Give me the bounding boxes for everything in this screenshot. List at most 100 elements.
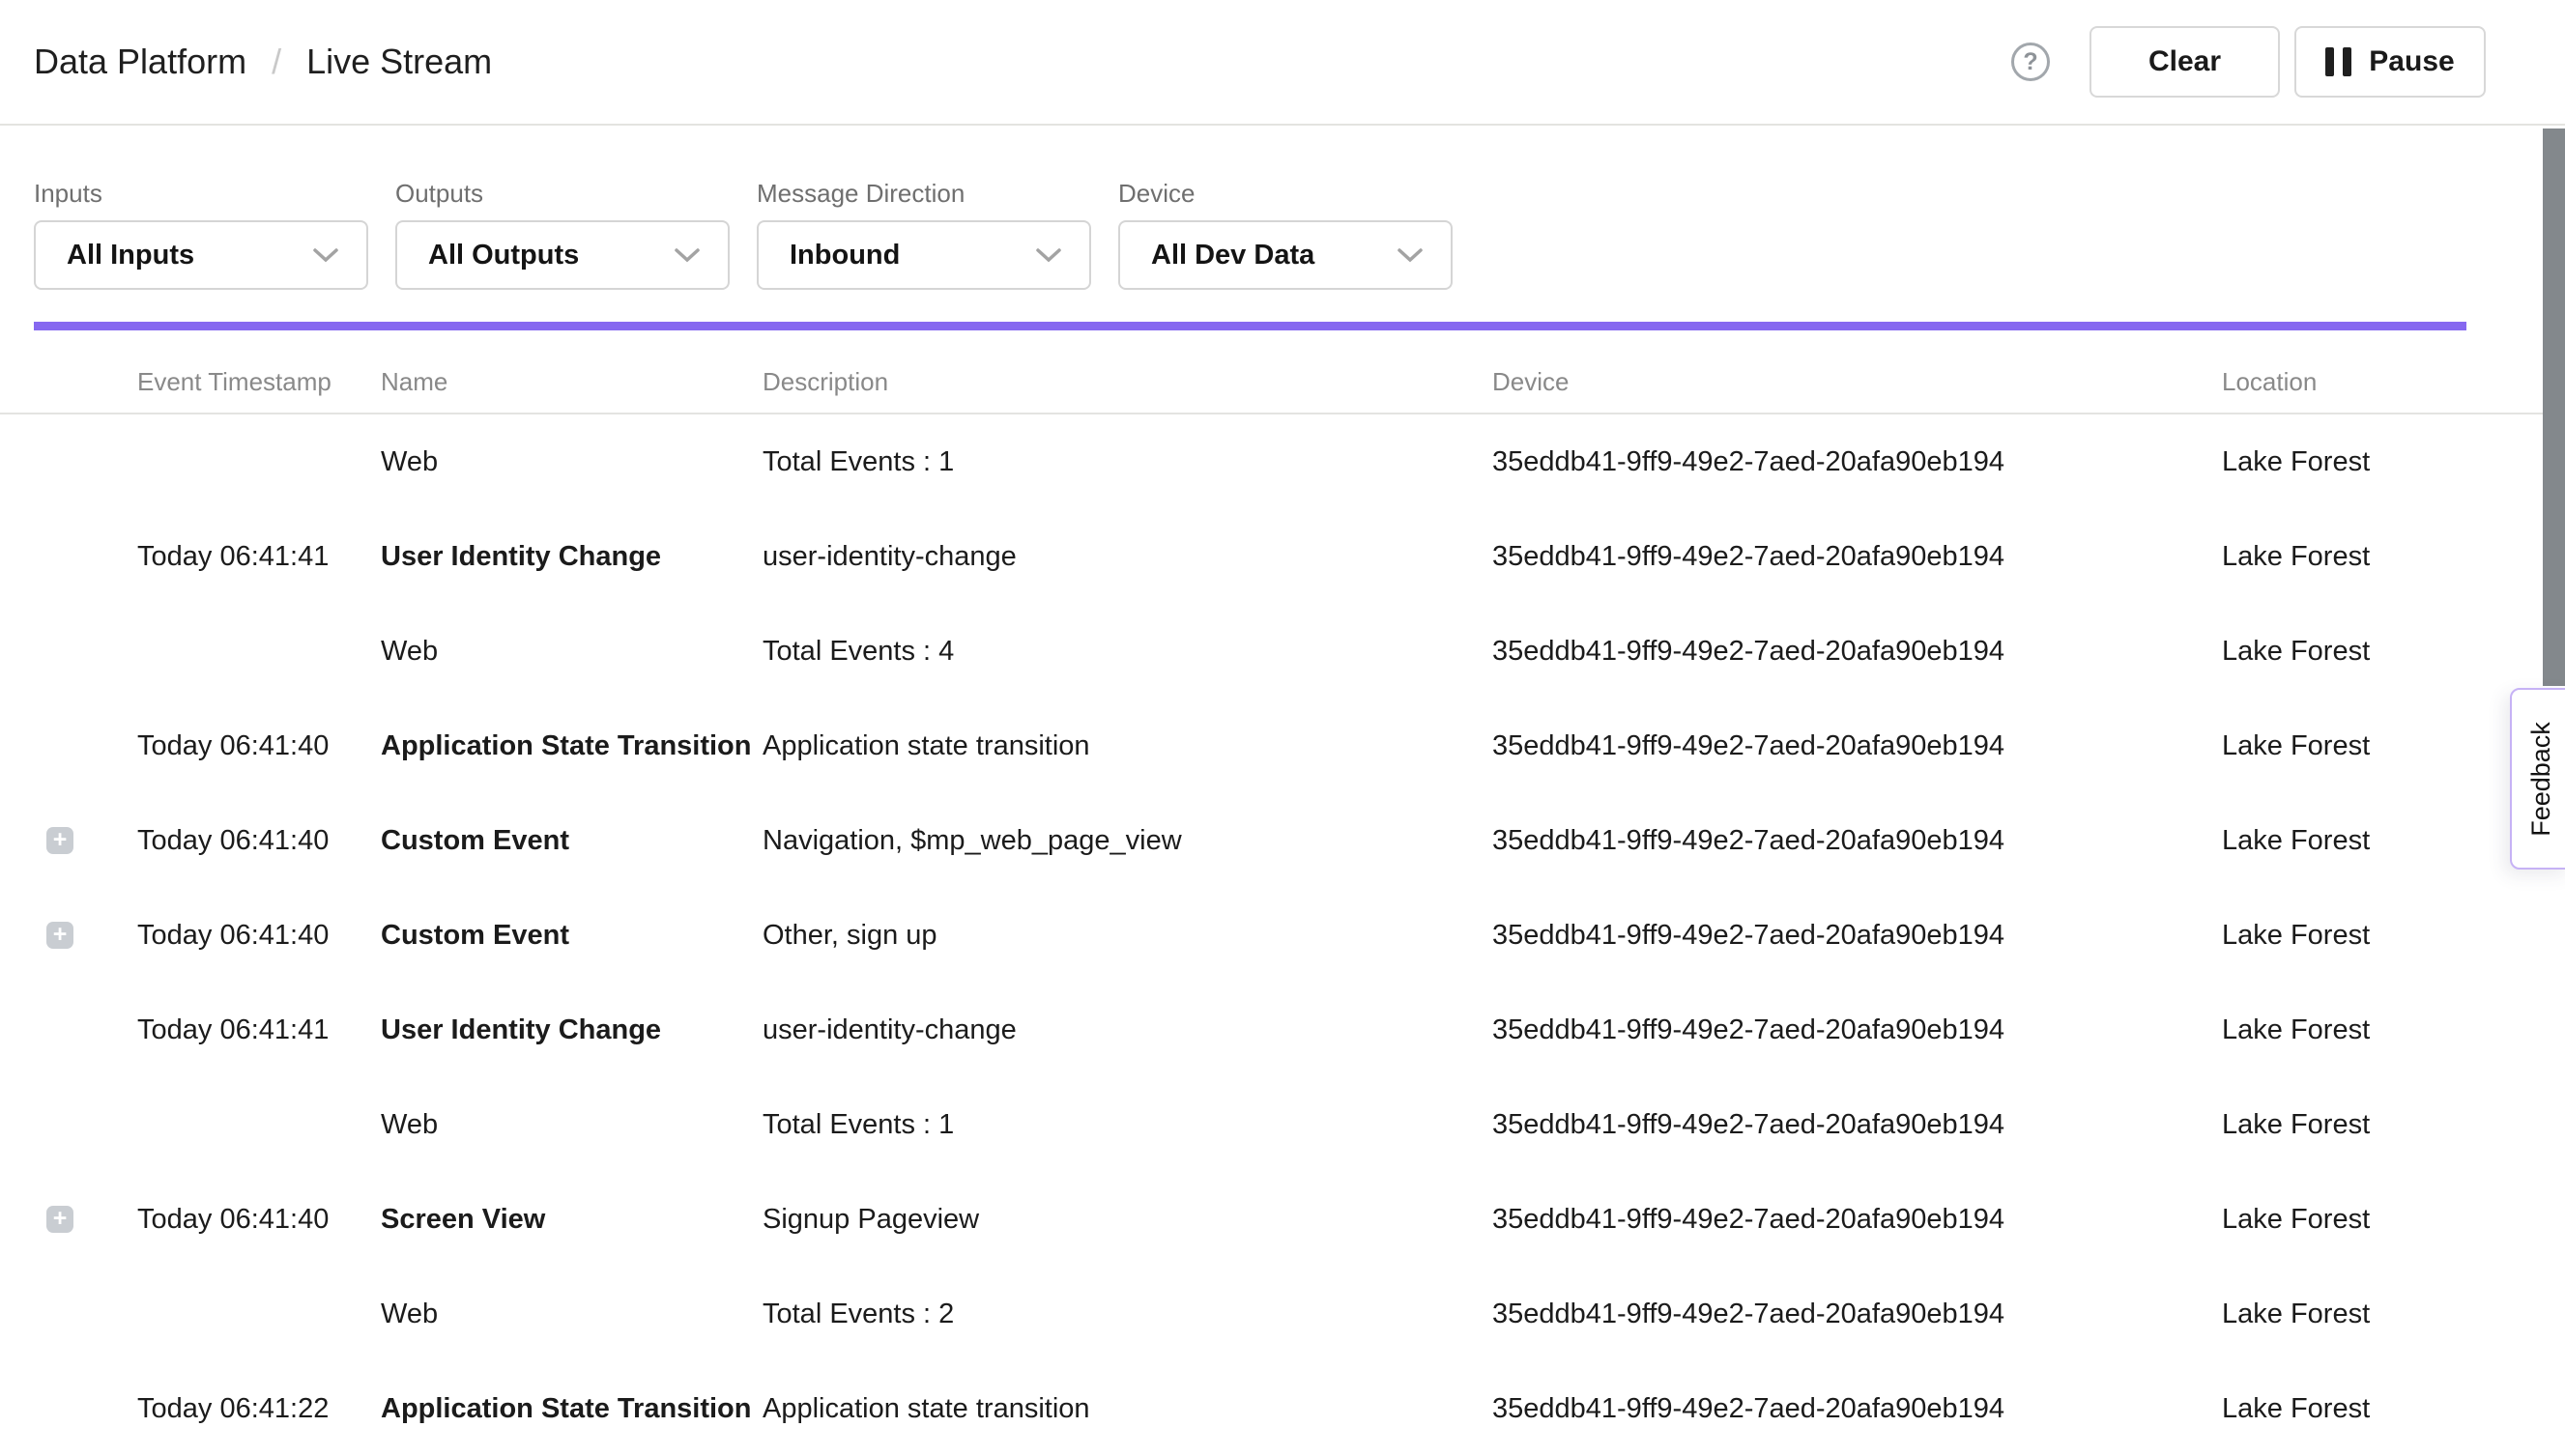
- event-name: Web: [381, 636, 763, 668]
- expand-cell: +: [34, 922, 137, 949]
- table-row[interactable]: + Today 06:41:22 Application State Trans…: [0, 1361, 2565, 1456]
- table-row[interactable]: + Web Total Events : 1 35eddb41-9ff9-49e…: [0, 1077, 2565, 1172]
- event-device: 35eddb41-9ff9-49e2-7aed-20afa90eb194: [1492, 1204, 2222, 1236]
- event-location: Lake Forest: [2222, 730, 2497, 762]
- event-device: 35eddb41-9ff9-49e2-7aed-20afa90eb194: [1492, 1393, 2222, 1425]
- event-device: 35eddb41-9ff9-49e2-7aed-20afa90eb194: [1492, 920, 2222, 952]
- message-direction-label: Message Direction: [757, 179, 1091, 209]
- device-select[interactable]: All Dev Data: [1118, 220, 1453, 290]
- table-row[interactable]: + Web Total Events : 2 35eddb41-9ff9-49e…: [0, 1267, 2565, 1361]
- device-value: All Dev Data: [1151, 240, 1314, 271]
- event-location: Lake Forest: [2222, 920, 2497, 952]
- filter-device: Device All Dev Data: [1118, 179, 1453, 290]
- table-row[interactable]: + Today 06:41:40 Custom Event Other, sig…: [0, 888, 2565, 983]
- event-location: Lake Forest: [2222, 825, 2497, 857]
- event-device: 35eddb41-9ff9-49e2-7aed-20afa90eb194: [1492, 825, 2222, 857]
- event-description: Other, sign up: [763, 920, 1492, 952]
- inputs-value: All Inputs: [67, 240, 194, 271]
- clear-button-label: Clear: [2148, 45, 2221, 78]
- filter-inputs: Inputs All Inputs: [34, 179, 368, 290]
- event-description: Navigation, $mp_web_page_view: [763, 825, 1492, 857]
- inputs-select[interactable]: All Inputs: [34, 220, 368, 290]
- event-description: user-identity-change: [763, 541, 1492, 573]
- pause-icon: [2325, 47, 2351, 76]
- event-description: Signup Pageview: [763, 1204, 1492, 1236]
- filter-message-direction: Message Direction Inbound: [757, 179, 1091, 290]
- event-list: + Web Total Events : 1 35eddb41-9ff9-49e…: [0, 414, 2565, 1456]
- header-event-timestamp: Event Timestamp: [137, 346, 381, 397]
- table-row[interactable]: + Today 06:41:40 Application State Trans…: [0, 699, 2565, 793]
- event-description: Application state transition: [763, 1393, 1492, 1425]
- event-timestamp: Today 06:41:22: [137, 1393, 381, 1425]
- outputs-label: Outputs: [395, 179, 730, 209]
- event-device: 35eddb41-9ff9-49e2-7aed-20afa90eb194: [1492, 446, 2222, 478]
- table-row[interactable]: + Today 06:41:40 Custom Event Navigation…: [0, 793, 2565, 888]
- event-location: Lake Forest: [2222, 446, 2497, 478]
- top-bar: Data Platform / Live Stream ? Clear Paus…: [0, 0, 2565, 126]
- event-timestamp: Today 06:41:41: [137, 1014, 381, 1046]
- event-location: Lake Forest: [2222, 636, 2497, 668]
- event-description: Total Events : 1: [763, 1109, 1492, 1141]
- breadcrumb: Data Platform / Live Stream: [34, 0, 492, 124]
- header-location: Location: [2222, 346, 2497, 397]
- event-device: 35eddb41-9ff9-49e2-7aed-20afa90eb194: [1492, 730, 2222, 762]
- plus-icon[interactable]: +: [46, 1206, 73, 1233]
- event-device: 35eddb41-9ff9-49e2-7aed-20afa90eb194: [1492, 1299, 2222, 1330]
- plus-icon[interactable]: +: [46, 827, 73, 854]
- event-name: Web: [381, 446, 763, 478]
- expand-cell: +: [34, 1206, 137, 1233]
- event-device: 35eddb41-9ff9-49e2-7aed-20afa90eb194: [1492, 636, 2222, 668]
- chevron-down-icon: [1035, 247, 1062, 264]
- help-icon[interactable]: ?: [2011, 43, 2050, 81]
- top-actions: ? Clear Pause: [2011, 0, 2486, 124]
- event-location: Lake Forest: [2222, 1109, 2497, 1141]
- outputs-value: All Outputs: [428, 240, 579, 271]
- event-description: user-identity-change: [763, 1014, 1492, 1046]
- feedback-tab[interactable]: Feedback: [2510, 688, 2565, 870]
- event-name: User Identity Change: [381, 541, 763, 573]
- plus-icon[interactable]: +: [46, 922, 73, 949]
- event-name: Web: [381, 1109, 763, 1141]
- filter-bar: Inputs All Inputs Outputs All Outputs Me…: [0, 179, 2565, 290]
- table-row[interactable]: + Today 06:41:41 User Identity Change us…: [0, 509, 2565, 604]
- inputs-label: Inputs: [34, 179, 368, 209]
- event-location: Lake Forest: [2222, 1014, 2497, 1046]
- table-row[interactable]: + Web Total Events : 4 35eddb41-9ff9-49e…: [0, 604, 2565, 699]
- header-name: Name: [381, 346, 763, 397]
- event-device: 35eddb41-9ff9-49e2-7aed-20afa90eb194: [1492, 541, 2222, 573]
- event-timestamp: Today 06:41:40: [137, 730, 381, 762]
- chevron-down-icon: [674, 247, 701, 264]
- event-location: Lake Forest: [2222, 1299, 2497, 1330]
- event-location: Lake Forest: [2222, 541, 2497, 573]
- event-name: Custom Event: [381, 920, 763, 952]
- breadcrumb-live-stream: Live Stream: [306, 42, 492, 82]
- event-description: Total Events : 1: [763, 446, 1492, 478]
- table-row[interactable]: + Today 06:41:41 User Identity Change us…: [0, 983, 2565, 1077]
- event-name: User Identity Change: [381, 1014, 763, 1046]
- expand-cell: +: [34, 827, 137, 854]
- event-timestamp: Today 06:41:40: [137, 1204, 381, 1236]
- header-expand-spacer: [34, 361, 137, 383]
- breadcrumb-separator: /: [272, 42, 281, 82]
- event-name: Custom Event: [381, 825, 763, 857]
- table-header: Event Timestamp Name Description Device …: [0, 330, 2565, 414]
- message-direction-select[interactable]: Inbound: [757, 220, 1091, 290]
- clear-button[interactable]: Clear: [2089, 26, 2280, 98]
- message-direction-value: Inbound: [790, 240, 900, 271]
- table-row[interactable]: + Web Total Events : 1 35eddb41-9ff9-49e…: [0, 414, 2565, 509]
- outputs-select[interactable]: All Outputs: [395, 220, 730, 290]
- scrollbar-thumb[interactable]: [2543, 128, 2565, 686]
- event-name: Screen View: [381, 1204, 763, 1236]
- event-device: 35eddb41-9ff9-49e2-7aed-20afa90eb194: [1492, 1109, 2222, 1141]
- chevron-down-icon: [1397, 247, 1424, 264]
- pause-button[interactable]: Pause: [2294, 26, 2486, 98]
- event-location: Lake Forest: [2222, 1393, 2497, 1425]
- event-description: Total Events : 2: [763, 1299, 1492, 1330]
- event-name: Application State Transition: [381, 1393, 763, 1425]
- table-row[interactable]: + Today 06:41:40 Screen View Signup Page…: [0, 1172, 2565, 1267]
- breadcrumb-data-platform[interactable]: Data Platform: [34, 42, 246, 82]
- event-timestamp: Today 06:41:41: [137, 541, 381, 573]
- event-description: Application state transition: [763, 730, 1492, 762]
- event-description: Total Events : 4: [763, 636, 1492, 668]
- filter-outputs: Outputs All Outputs: [395, 179, 730, 290]
